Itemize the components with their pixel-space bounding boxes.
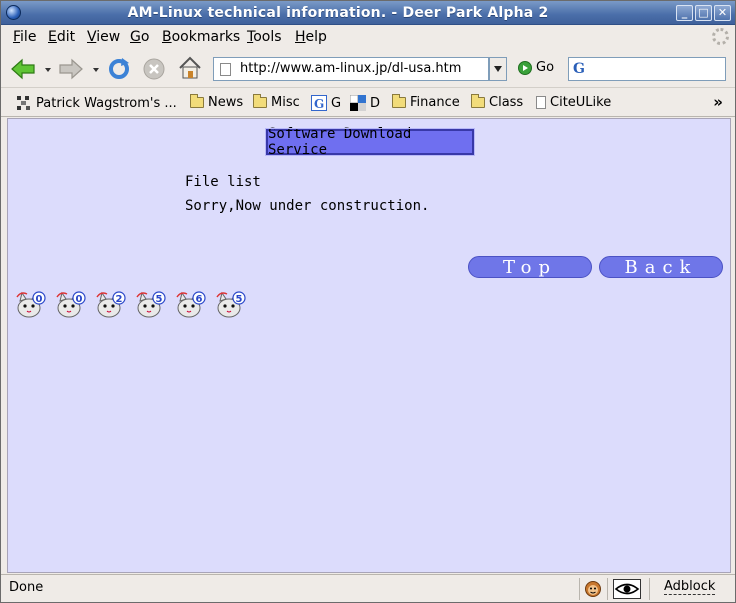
menu-edit[interactable]: Edit (48, 29, 75, 45)
url-history-dropdown-icon[interactable] (489, 57, 507, 81)
more-bookmarks-chevron-icon[interactable]: » (713, 93, 723, 111)
menu-bookmarks[interactable]: Bookmarks (162, 29, 240, 45)
search-input[interactable]: G (568, 57, 726, 81)
throbber-icon (712, 28, 729, 45)
bookmark-citeulike[interactable]: CiteULike (536, 95, 611, 110)
bookmark-label: Patrick Wagstrom's ... (36, 95, 177, 111)
counter-digit-icon: 2 (95, 289, 127, 319)
back-button[interactable]: Back (599, 256, 723, 278)
menu-view[interactable]: View (87, 29, 120, 45)
minimize-icon[interactable]: _ (676, 5, 693, 21)
window-title: AM-Linux technical information. - Deer P… (127, 5, 549, 21)
go-label: Go (536, 60, 555, 75)
back-arrow-icon[interactable] (9, 56, 37, 82)
counter-digit: 5 (236, 294, 243, 305)
home-icon[interactable] (176, 55, 204, 81)
counter-digit-icon: 5 (135, 289, 167, 319)
stop-icon[interactable] (140, 56, 168, 82)
menu-help[interactable]: Help (295, 29, 327, 45)
page-icon (220, 63, 231, 76)
reload-icon[interactable] (105, 56, 133, 82)
folder-icon (471, 94, 485, 108)
folder-icon (392, 94, 406, 108)
url-text: http://www.am-linux.jp/dl-usa.htm (240, 61, 462, 76)
counter-digit: 6 (196, 294, 203, 305)
bookmark-google[interactable]: G G (311, 95, 341, 111)
counter-digit-icon: 5 (215, 289, 247, 319)
file-list-label: File list (185, 174, 261, 190)
menu-tools[interactable]: Tools (247, 29, 282, 45)
counter-digit: 2 (116, 294, 123, 305)
go-button[interactable]: Go (518, 60, 554, 75)
status-divider (649, 578, 650, 600)
bookmark-label: G (331, 95, 342, 111)
bookmark-folder-finance[interactable]: Finance (392, 94, 460, 110)
counter-digit: 0 (36, 294, 43, 305)
menu-go[interactable]: Go (130, 29, 149, 45)
forward-history-dropdown-icon[interactable] (93, 68, 99, 72)
bookmark-label: Class (489, 95, 524, 110)
menu-file[interactable]: File (13, 29, 36, 45)
folder-icon (253, 94, 267, 108)
page-heading: Software Download Service (265, 126, 475, 158)
counter-digit-icon: 6 (175, 289, 207, 319)
greasemonkey-icon[interactable] (584, 580, 602, 602)
eye-icon[interactable] (613, 579, 641, 603)
counter-digit-icon: 0 (15, 289, 47, 319)
construction-message: Sorry,Now under construction. (185, 198, 430, 214)
bookmark-label: CiteULike (550, 95, 612, 110)
browser-window: AM-Linux technical information. - Deer P… (0, 0, 736, 603)
google-favicon-icon: G (311, 95, 327, 111)
folder-icon (190, 94, 204, 108)
counter-digit: 5 (156, 294, 163, 305)
bookmark-label: Finance (410, 95, 460, 110)
url-input[interactable]: http://www.am-linux.jp/dl-usa.htm (213, 57, 489, 81)
bookmark-folder-news[interactable]: News (190, 94, 244, 110)
forward-arrow-icon[interactable] (57, 56, 85, 82)
status-divider (607, 578, 608, 600)
bookmark-folder-misc[interactable]: Misc (253, 94, 300, 110)
menu-bar: File Edit View Go Bookmarks Tools Help (1, 26, 735, 49)
top-button[interactable]: Top (468, 256, 592, 278)
bookmark-delicious[interactable]: D (350, 95, 380, 111)
back-history-dropdown-icon[interactable] (45, 68, 51, 72)
bookmark-label: Misc (271, 95, 300, 110)
counter-digit-icon: 0 (55, 289, 87, 319)
maximize-icon[interactable]: □ (695, 5, 712, 21)
page-content: Software Download Service File list Sorr… (7, 118, 731, 573)
bookmark-label: D (370, 95, 381, 111)
close-icon[interactable]: ✕ (714, 5, 731, 21)
google-search-icon[interactable]: G (573, 61, 585, 77)
bookmark-label: News (208, 95, 244, 110)
status-text: Done (9, 580, 44, 595)
delicious-favicon-icon (350, 95, 366, 111)
status-bar: Done Adblock (1, 574, 735, 602)
adblock-status[interactable]: Adblock (664, 579, 716, 595)
page-icon (536, 96, 546, 109)
go-icon (518, 60, 532, 75)
bookmark-folder-class[interactable]: Class (471, 94, 524, 110)
title-bar: AM-Linux technical information. - Deer P… (1, 1, 735, 25)
favicon-icon (17, 96, 30, 110)
counter-digit: 0 (76, 294, 83, 305)
status-divider (579, 578, 580, 600)
svg-text:G: G (314, 97, 324, 111)
bookmark-patrick[interactable]: Patrick Wagstrom's ... (16, 95, 177, 111)
